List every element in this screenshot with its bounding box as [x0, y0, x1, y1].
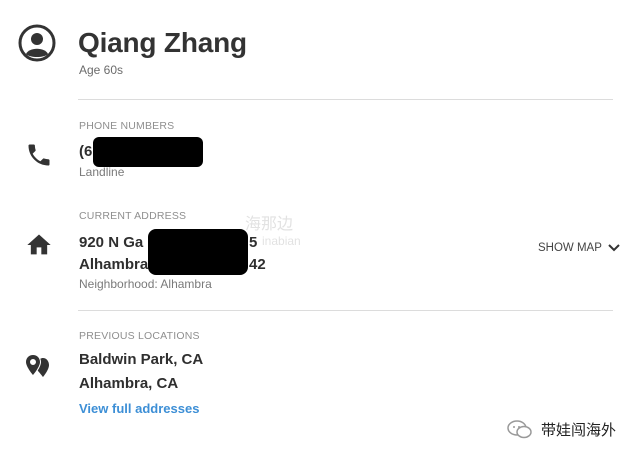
- avatar-icon: [18, 24, 56, 62]
- divider: [78, 99, 613, 100]
- previous-location-1: Baldwin Park, CA: [79, 351, 204, 368]
- profile-name: Qiang Zhang: [78, 27, 247, 58]
- wechat-icon: [507, 419, 532, 438]
- watermark-text: 带娃闯海外: [541, 422, 617, 439]
- previous-location-2: Alhambra, CA: [79, 375, 179, 392]
- phone-redaction: [93, 137, 203, 167]
- show-map-label: SHOW MAP: [538, 242, 602, 254]
- faint-watermark-latin: inabian: [262, 234, 301, 248]
- address-line-1-tail: 5: [249, 234, 258, 251]
- map-pins-icon: [24, 353, 52, 381]
- home-icon: [25, 231, 53, 259]
- address-redaction: [148, 229, 248, 275]
- view-full-addresses-link[interactable]: View full addresses: [79, 401, 199, 416]
- previous-section-label: PREVIOUS LOCATIONS: [79, 330, 200, 342]
- chevron-down-icon: [608, 244, 620, 252]
- show-map-button[interactable]: SHOW MAP: [538, 242, 620, 254]
- address-line-1: 920 N Ga: [79, 234, 144, 251]
- phone-type: Landline: [79, 165, 125, 179]
- wechat-watermark: 带娃闯海外: [507, 419, 616, 440]
- profile-age: Age 60s: [79, 63, 124, 77]
- address-neighborhood: Neighborhood: Alhambra: [79, 277, 212, 291]
- address-section-label: CURRENT ADDRESS: [79, 210, 187, 222]
- phone-number: (6: [79, 143, 93, 160]
- divider: [78, 310, 613, 311]
- faint-watermark: 海那边: [245, 216, 294, 233]
- address-line-2-tail: 42: [249, 256, 266, 273]
- phone-section-label: PHONE NUMBERS: [79, 120, 175, 132]
- phone-icon: [25, 141, 53, 169]
